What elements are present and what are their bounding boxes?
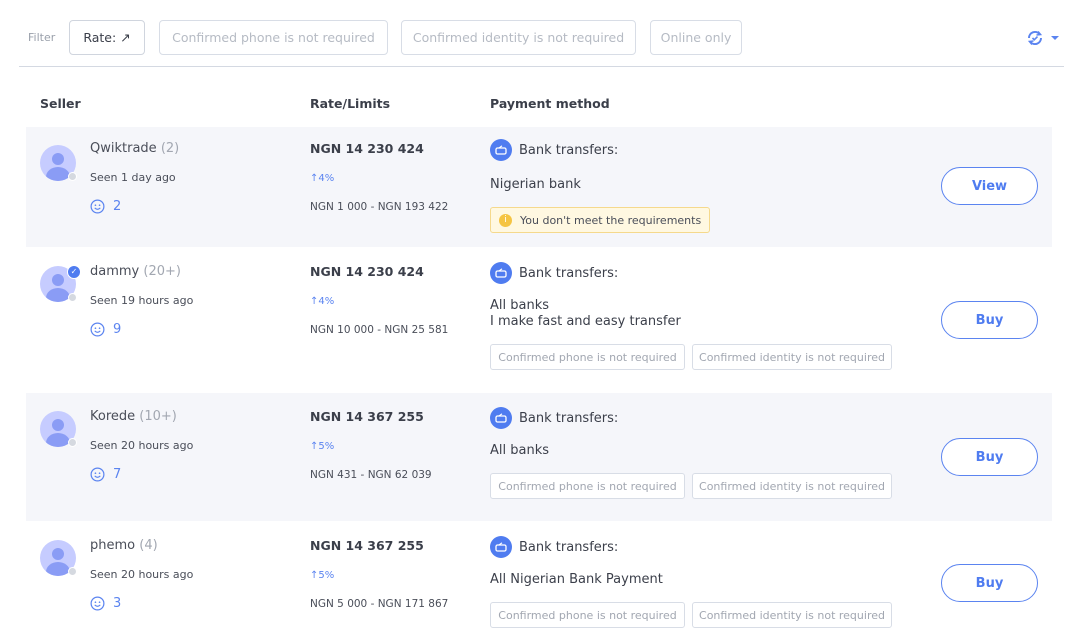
smiley-icon xyxy=(90,596,105,611)
payment-description: All banks xyxy=(490,443,549,459)
rating-count: 9 xyxy=(113,322,122,337)
column-header-seller: Seller xyxy=(40,96,81,111)
trade-count: (10+) xyxy=(139,409,177,424)
payment-description-line: All Nigerian Bank Payment xyxy=(490,572,663,587)
offer-row: phemo (4) Seen 20 hours ago 3 NGN 14 367… xyxy=(26,522,1052,643)
smiley-icon xyxy=(90,199,105,214)
column-header-rate: Rate/Limits xyxy=(310,96,391,111)
bank-transfer-icon xyxy=(490,407,512,429)
requirement-tag: Confirmed phone is not required xyxy=(490,344,685,370)
buy-button[interactable]: Buy xyxy=(941,301,1038,339)
chevron-down-icon xyxy=(1051,36,1059,40)
payment-method: Bank transfers: xyxy=(490,139,618,161)
requirement-tag: Confirmed phone is not required xyxy=(490,602,685,628)
limits: NGN 5 000 - NGN 171 867 xyxy=(310,598,449,610)
offer-row: Qwiktrade (2) Seen 1 day ago 2 NGN 14 23… xyxy=(26,127,1052,247)
offer-row: Korede (10+) Seen 20 hours ago 7 NGN 14 … xyxy=(26,393,1052,521)
rate-percent: ↑4% xyxy=(310,173,335,184)
offer-row: ✓ dammy (20+) Seen 19 hours ago 9 NGN 14… xyxy=(26,248,1052,392)
payment-method-label: Bank transfers: xyxy=(519,265,619,281)
payment-description-line: All banks xyxy=(490,298,550,313)
column-header-payment: Payment method xyxy=(490,96,610,111)
filter-bar: Filter Rate: ↗ Confirmed phone is not re… xyxy=(19,0,1064,67)
trade-count: (2) xyxy=(160,141,180,156)
payment-description: All banks I make fast and easy transfer xyxy=(490,298,681,330)
buy-button[interactable]: Buy xyxy=(941,438,1038,476)
buy-button[interactable]: Buy xyxy=(941,564,1038,602)
auto-refresh-dropdown[interactable] xyxy=(1025,28,1059,48)
payment-description: Nigerian bank xyxy=(490,177,581,193)
rate-percent: ↑5% xyxy=(310,441,335,452)
seller-name[interactable]: Qwiktrade (2) xyxy=(90,141,179,156)
bank-transfer-icon xyxy=(490,536,512,558)
payment-method: Bank transfers: xyxy=(490,262,618,284)
rating-count: 3 xyxy=(113,596,122,611)
rate-value: NGN 14 230 424 xyxy=(310,264,424,279)
payment-method: Bank transfers: xyxy=(490,407,618,429)
rating: 2 xyxy=(90,199,121,214)
info-icon: i xyxy=(499,213,512,227)
requirement-tag: Confirmed identity is not required xyxy=(692,344,892,370)
payment-description-line: All banks xyxy=(490,443,550,458)
filter-chip-phone[interactable]: Confirmed phone is not required xyxy=(159,20,388,55)
offline-status-dot xyxy=(68,172,77,181)
rate-value: NGN 14 367 255 xyxy=(310,538,424,553)
rating-count: 2 xyxy=(113,199,122,214)
bank-transfer-icon xyxy=(490,139,512,161)
payment-method-label: Bank transfers: xyxy=(519,142,619,158)
seller-name[interactable]: phemo (4) xyxy=(90,538,158,553)
refresh-check-icon xyxy=(1027,30,1043,46)
seller-name[interactable]: Korede (10+) xyxy=(90,409,177,424)
last-seen: Seen 20 hours ago xyxy=(90,439,194,452)
rate-sort-chip[interactable]: Rate: ↗ xyxy=(69,20,145,55)
filter-chip-online[interactable]: Online only xyxy=(650,20,742,55)
last-seen: Seen 1 day ago xyxy=(90,171,176,184)
smiley-icon xyxy=(90,322,105,337)
payment-description: All Nigerian Bank Payment xyxy=(490,572,663,588)
rating: 9 xyxy=(90,322,121,337)
offline-status-dot xyxy=(68,567,77,576)
filter-chip-identity[interactable]: Confirmed identity is not required xyxy=(401,20,636,55)
requirements-warning: i You don't meet the requirements xyxy=(490,207,711,233)
bank-transfer-icon xyxy=(490,262,512,284)
rating-count: 7 xyxy=(113,467,122,482)
trade-count: (20+) xyxy=(143,264,181,279)
last-seen: Seen 19 hours ago xyxy=(90,294,194,307)
limits: NGN 10 000 - NGN 25 581 xyxy=(310,324,449,336)
payment-description-line: Nigerian bank xyxy=(490,177,581,192)
payment-method-label: Bank transfers: xyxy=(519,539,619,555)
limits: NGN 1 000 - NGN 193 422 xyxy=(310,201,449,213)
rate-percent: ↑4% xyxy=(310,296,335,307)
requirement-tag: Confirmed phone is not required xyxy=(490,473,685,499)
rating: 7 xyxy=(90,467,121,482)
limits: NGN 431 - NGN 62 039 xyxy=(310,469,432,481)
view-button[interactable]: View xyxy=(941,167,1038,205)
requirement-tag: Confirmed identity is not required xyxy=(692,602,892,628)
offline-status-dot xyxy=(68,438,77,447)
filter-label: Filter xyxy=(28,31,56,44)
seller-name[interactable]: dammy (20+) xyxy=(90,264,181,279)
rating: 3 xyxy=(90,596,121,611)
payment-method-label: Bank transfers: xyxy=(519,410,619,426)
last-seen: Seen 20 hours ago xyxy=(90,568,194,581)
requirement-tag: Confirmed identity is not required xyxy=(692,473,892,499)
rate-percent: ↑5% xyxy=(310,570,335,581)
trade-count: (4) xyxy=(139,538,158,553)
smiley-icon xyxy=(90,467,105,482)
rate-value: NGN 14 230 424 xyxy=(310,141,424,156)
offline-status-dot xyxy=(68,293,77,302)
rate-value: NGN 14 367 255 xyxy=(310,409,424,424)
verified-badge-icon: ✓ xyxy=(67,265,81,279)
payment-method: Bank transfers: xyxy=(490,536,618,558)
payment-description-line: I make fast and easy transfer xyxy=(490,314,681,329)
